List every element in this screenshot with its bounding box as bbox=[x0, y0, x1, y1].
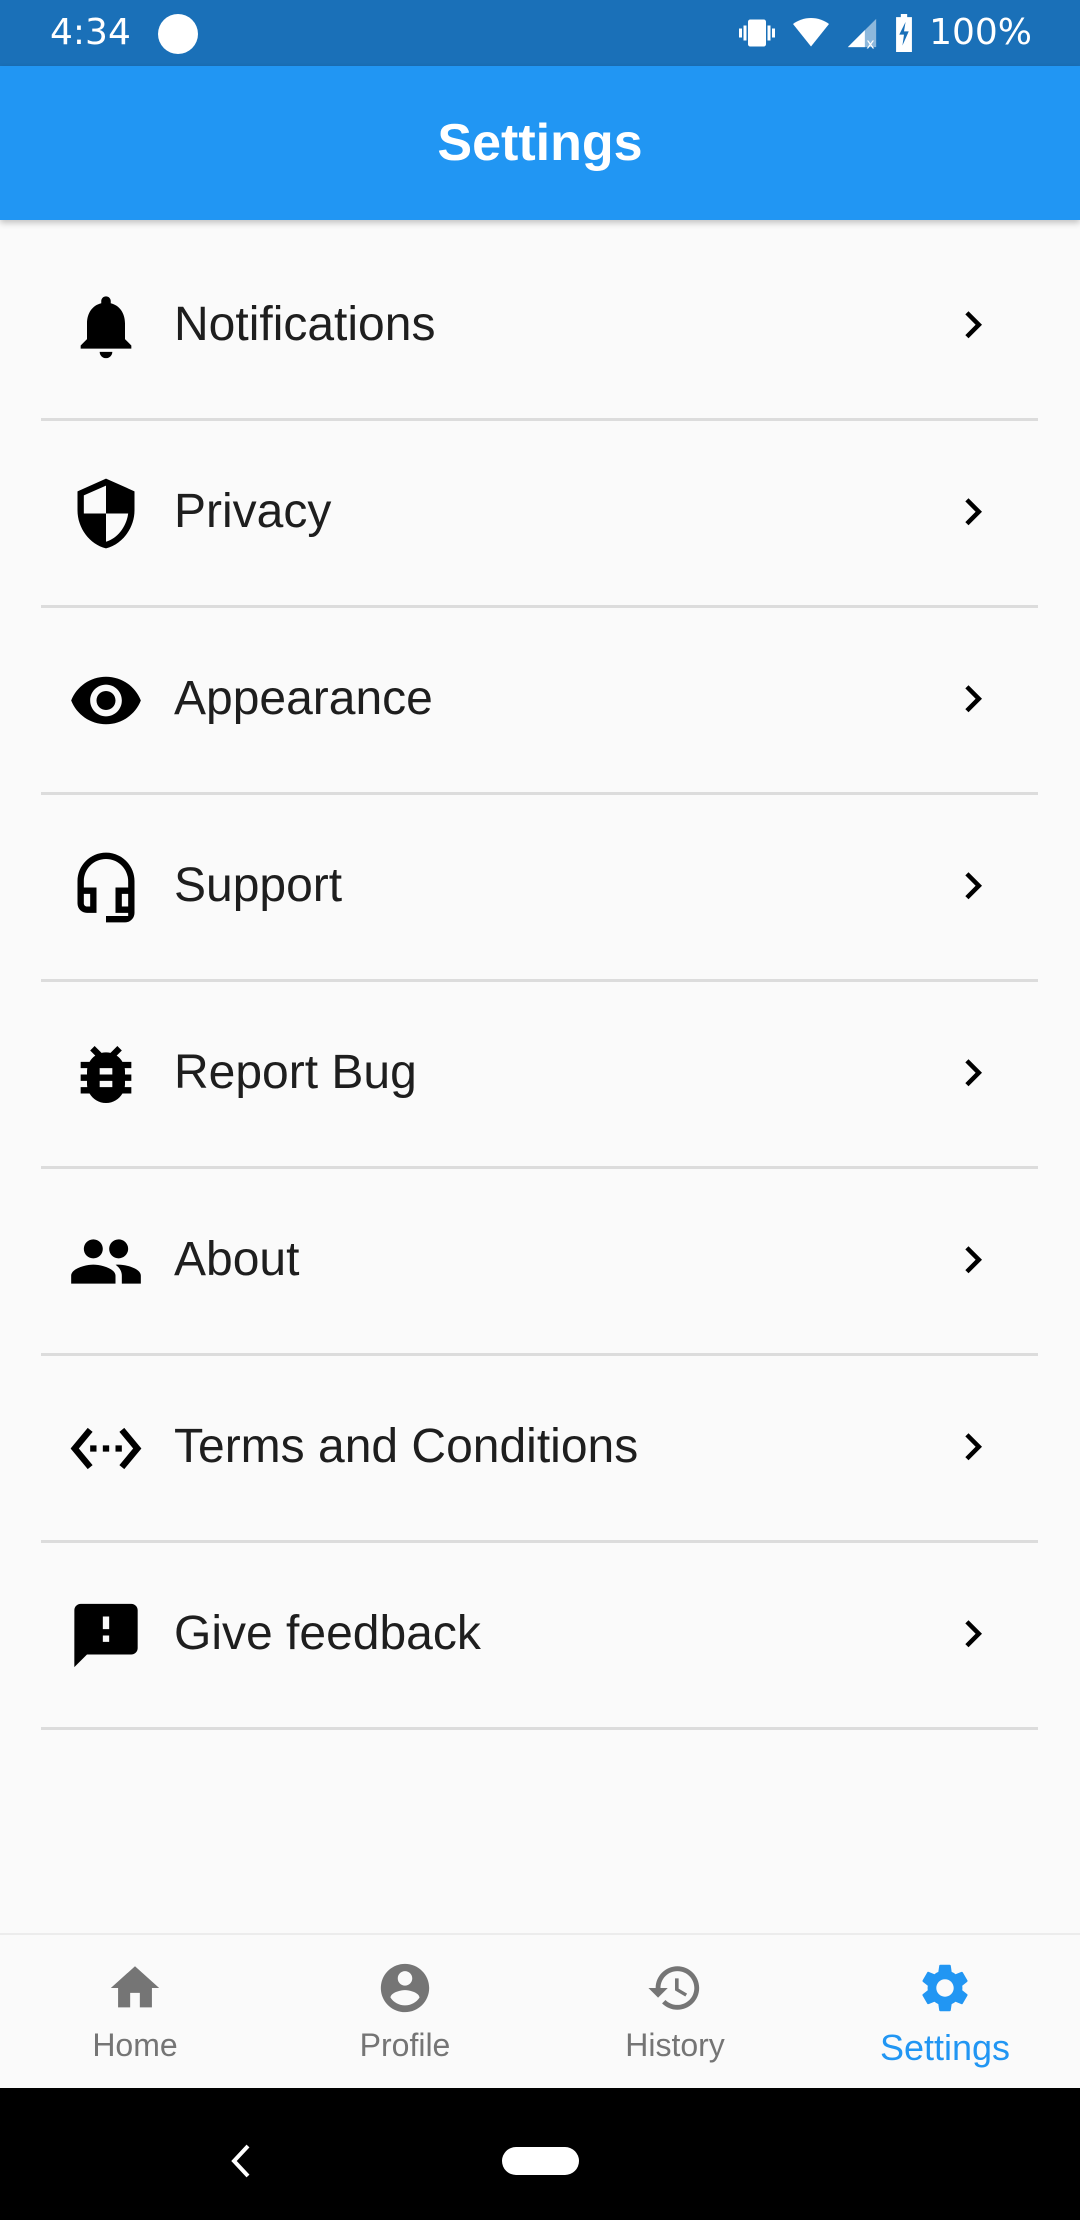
settings-item-label: About bbox=[174, 1232, 300, 1286]
chevron-right-icon bbox=[965, 1058, 982, 1086]
headset-icon bbox=[77, 852, 135, 922]
settings-item-report-bug[interactable]: Report Bug bbox=[0, 982, 1080, 1169]
eye-icon bbox=[71, 676, 141, 724]
bell-icon bbox=[80, 295, 132, 358]
chevron-right-icon bbox=[965, 1619, 982, 1647]
settings-item-notifications[interactable]: Notifications bbox=[0, 234, 1080, 421]
wifi-icon bbox=[793, 17, 830, 46]
settings-item-label: Support bbox=[174, 858, 343, 912]
settings-item-label: Terms and Conditions bbox=[174, 1419, 639, 1473]
nav-history[interactable]: History bbox=[540, 1935, 810, 2088]
app-bar: Settings bbox=[0, 66, 1080, 220]
home-icon bbox=[110, 1966, 160, 2008]
bug-icon bbox=[80, 1045, 132, 1103]
shield-icon bbox=[77, 478, 135, 548]
gear-icon bbox=[922, 1964, 968, 2012]
code-dots-icon bbox=[70, 1427, 142, 1469]
settings-item-label: Appearance bbox=[174, 671, 433, 725]
nav-label: Home bbox=[92, 2027, 178, 2063]
settings-item-about[interactable]: About bbox=[0, 1169, 1080, 1356]
status-bar: 4:34 x 100% bbox=[0, 0, 1080, 66]
chevron-right-icon bbox=[965, 497, 982, 525]
chevron-right-icon bbox=[965, 1245, 982, 1273]
nav-label: Settings bbox=[879, 2027, 1011, 2068]
system-navigation-bar bbox=[0, 2088, 1080, 2220]
settings-list: Notifications Privacy Appearance Support… bbox=[0, 219, 1080, 1730]
people-icon bbox=[71, 1238, 141, 1284]
settings-item-label: Give feedback bbox=[174, 1606, 481, 1660]
history-icon bbox=[648, 1966, 700, 2010]
nav-label: History bbox=[625, 2027, 725, 2063]
feedback-icon bbox=[74, 1603, 138, 1667]
settings-item-label: Privacy bbox=[174, 484, 332, 538]
settings-item-privacy[interactable]: Privacy bbox=[0, 421, 1080, 608]
settings-item-feedback[interactable]: Give feedback bbox=[0, 1543, 1080, 1730]
battery-percent: 100% bbox=[929, 12, 1032, 53]
bottom-navigation: Home Profile History Settings bbox=[0, 1933, 1080, 2088]
nav-label: Profile bbox=[359, 2027, 451, 2063]
chevron-right-icon bbox=[965, 871, 982, 899]
home-gesture-pill[interactable] bbox=[502, 2147, 579, 2175]
page-title: Settings bbox=[437, 114, 643, 172]
signal-off-icon: x bbox=[847, 18, 877, 51]
nav-home[interactable]: Home bbox=[0, 1935, 270, 2088]
settings-item-label: Notifications bbox=[174, 297, 436, 351]
nav-profile[interactable]: Profile bbox=[270, 1935, 540, 2088]
settings-item-label: Report Bug bbox=[174, 1045, 417, 1099]
account-circle-icon bbox=[380, 1963, 430, 2013]
status-time: 4:34 bbox=[50, 12, 131, 53]
app-notification-icon bbox=[158, 14, 198, 54]
settings-item-terms[interactable]: Terms and Conditions bbox=[0, 1356, 1080, 1543]
chevron-right-icon bbox=[965, 1432, 982, 1460]
svg-text:x: x bbox=[866, 36, 874, 50]
battery-charging-icon bbox=[896, 13, 912, 52]
settings-item-support[interactable]: Support bbox=[0, 795, 1080, 982]
chevron-right-icon bbox=[965, 684, 982, 712]
settings-item-appearance[interactable]: Appearance bbox=[0, 608, 1080, 795]
vibrate-icon bbox=[739, 19, 776, 46]
nav-settings[interactable]: Settings bbox=[810, 1935, 1080, 2088]
chevron-right-icon bbox=[965, 310, 982, 338]
back-icon[interactable] bbox=[228, 2144, 252, 2178]
